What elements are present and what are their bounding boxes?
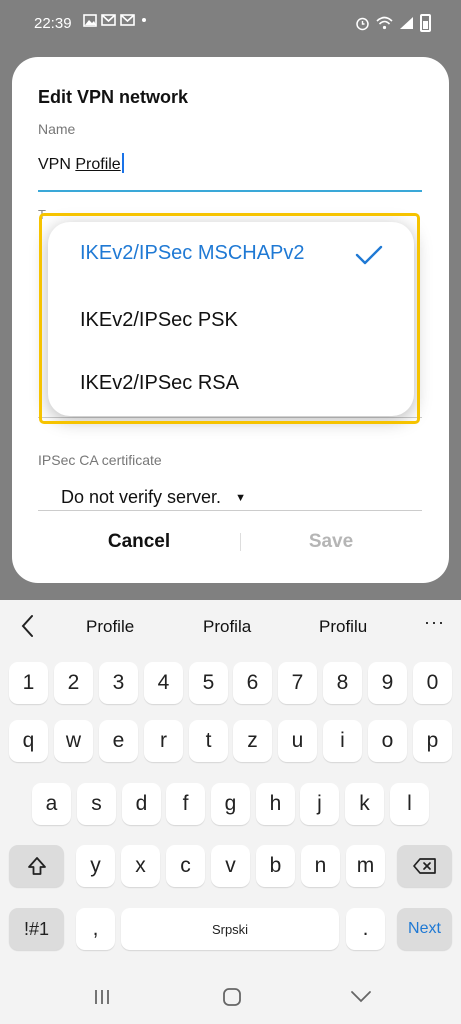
key-5[interactable]: 5 — [189, 662, 228, 704]
key-1[interactable]: 1 — [9, 662, 48, 704]
key-o[interactable]: o — [368, 720, 407, 762]
signal-icon — [400, 17, 413, 29]
name-field-underline — [38, 190, 422, 192]
notification-icons — [83, 14, 149, 27]
recents-icon[interactable] — [92, 988, 112, 1006]
shift-key[interactable] — [9, 845, 64, 887]
key-p[interactable]: p — [413, 720, 452, 762]
chevron-left-icon[interactable] — [18, 613, 38, 639]
key-8[interactable]: 8 — [323, 662, 362, 704]
key-3[interactable]: 3 — [99, 662, 138, 704]
ca-field-underline — [38, 510, 422, 511]
keyboard: Profile Profila Profilu ··· 1 2 3 4 5 6 … — [0, 600, 461, 970]
key-e[interactable]: e — [99, 720, 138, 762]
key-j[interactable]: j — [300, 783, 339, 825]
more-options-icon[interactable]: ··· — [424, 612, 445, 633]
suggestion-bar: Profile Profila Profilu ··· — [0, 600, 461, 654]
key-u[interactable]: u — [278, 720, 317, 762]
space-key[interactable]: Srpski — [121, 908, 339, 950]
dialog-title: Edit VPN network — [38, 87, 189, 107]
ca-certificate-dropdown[interactable]: Do not verify server. ▼ — [61, 487, 246, 508]
key-n[interactable]: n — [301, 845, 340, 887]
battery-icon — [420, 14, 431, 32]
button-divider — [240, 533, 241, 551]
alarm-icon — [356, 17, 369, 30]
name-field-prefix: VPN — [38, 156, 76, 173]
key-6[interactable]: 6 — [233, 662, 272, 704]
key-m[interactable]: m — [346, 845, 385, 887]
key-i[interactable]: i — [323, 720, 362, 762]
key-c[interactable]: c — [166, 845, 205, 887]
name-field[interactable]: VPN Profile — [38, 153, 124, 174]
backspace-key[interactable] — [397, 845, 452, 887]
name-label: Name — [38, 121, 76, 137]
mail-icon — [101, 14, 116, 26]
key-h[interactable]: h — [256, 783, 295, 825]
key-s[interactable]: s — [77, 783, 116, 825]
key-l[interactable]: l — [390, 783, 429, 825]
shift-icon — [27, 857, 46, 875]
dot-icon — [142, 18, 146, 22]
ca-certificate-label: IPSec CA certificate — [38, 452, 162, 468]
name-field-composing-word: Profile — [75, 156, 121, 173]
key-period[interactable]: . — [346, 908, 385, 950]
image-icon — [83, 14, 97, 27]
text-cursor — [121, 153, 124, 173]
symbols-key[interactable]: !#1 — [9, 908, 64, 950]
key-f[interactable]: f — [166, 783, 205, 825]
dropdown-arrow-icon: ▼ — [235, 491, 246, 504]
home-icon[interactable] — [222, 987, 242, 1007]
system-icons — [355, 14, 431, 32]
key-g[interactable]: g — [211, 783, 250, 825]
key-w[interactable]: w — [54, 720, 93, 762]
key-7[interactable]: 7 — [278, 662, 317, 704]
save-button[interactable]: Save — [258, 525, 404, 559]
key-2[interactable]: 2 — [54, 662, 93, 704]
suggestion-2[interactable]: Profila — [203, 617, 251, 637]
key-d[interactable]: d — [122, 783, 161, 825]
key-a[interactable]: a — [32, 783, 71, 825]
status-bar: 22:39 — [0, 0, 461, 48]
key-comma[interactable]: , — [76, 908, 115, 950]
key-0[interactable]: 0 — [413, 662, 452, 704]
key-k[interactable]: k — [345, 783, 384, 825]
back-chevron-icon[interactable] — [350, 990, 372, 1004]
highlight-box — [39, 213, 420, 424]
navigation-bar — [0, 970, 461, 1024]
key-v[interactable]: v — [211, 845, 250, 887]
ca-certificate-value: Do not verify server. — [61, 487, 222, 507]
backspace-icon — [412, 858, 436, 874]
suggestion-1[interactable]: Profile — [86, 617, 134, 637]
cancel-button[interactable]: Cancel — [66, 525, 212, 559]
key-t[interactable]: t — [189, 720, 228, 762]
mail-icon — [120, 14, 135, 26]
status-time: 22:39 — [34, 15, 72, 32]
next-key[interactable]: Next — [397, 908, 452, 950]
key-9[interactable]: 9 — [368, 662, 407, 704]
key-y[interactable]: y — [76, 845, 115, 887]
suggestion-3[interactable]: Profilu — [319, 617, 367, 637]
dialog-buttons: Cancel Save — [12, 525, 449, 559]
key-r[interactable]: r — [144, 720, 183, 762]
key-q[interactable]: q — [9, 720, 48, 762]
wifi-icon — [376, 16, 393, 30]
key-z[interactable]: z — [233, 720, 272, 762]
key-4[interactable]: 4 — [144, 662, 183, 704]
key-x[interactable]: x — [121, 845, 160, 887]
key-b[interactable]: b — [256, 845, 295, 887]
